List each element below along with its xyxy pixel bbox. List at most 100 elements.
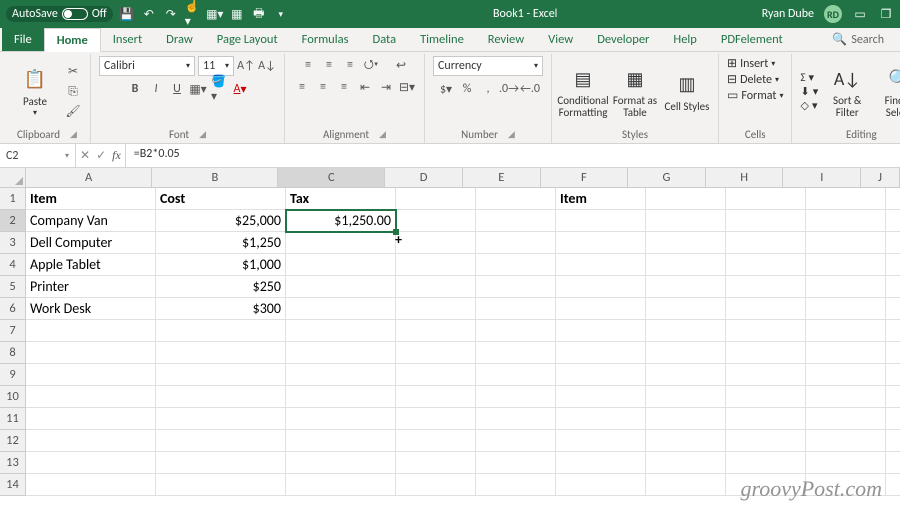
redo-icon[interactable]: ↷	[163, 6, 179, 22]
cell-C9[interactable]	[286, 364, 396, 386]
cell-B1[interactable]: Cost	[156, 188, 286, 210]
row-header-5[interactable]: 5	[0, 276, 26, 298]
cell-D14[interactable]	[396, 474, 476, 496]
cell-J13[interactable]	[886, 452, 900, 474]
cell-F3[interactable]	[556, 232, 646, 254]
cell-E1[interactable]	[476, 188, 556, 210]
cell-G14[interactable]	[646, 474, 726, 496]
cell-H10[interactable]	[726, 386, 806, 408]
cell-G5[interactable]	[646, 276, 726, 298]
properties-icon[interactable]: ▦▾	[207, 6, 223, 22]
cell-F10[interactable]	[556, 386, 646, 408]
cell-D3[interactable]	[396, 232, 476, 254]
number-format-select[interactable]: Currency▾	[433, 56, 543, 76]
align-right-icon[interactable]: ≡	[335, 78, 353, 96]
cell-D1[interactable]	[396, 188, 476, 210]
row-header-12[interactable]: 12	[0, 430, 26, 452]
cell-F13[interactable]	[556, 452, 646, 474]
delete-cells-button[interactable]: ⊟ Delete ▾	[727, 72, 779, 87]
cell-B2[interactable]: $25,000	[156, 210, 286, 232]
cell-C11[interactable]	[286, 408, 396, 430]
cell-A7[interactable]	[26, 320, 156, 342]
cell-D13[interactable]	[396, 452, 476, 474]
tab-view[interactable]: View	[536, 28, 585, 51]
cell-H1[interactable]	[726, 188, 806, 210]
cell-I10[interactable]	[806, 386, 886, 408]
cell-A13[interactable]	[26, 452, 156, 474]
font-color-button[interactable]: A▾	[231, 80, 249, 98]
cell-H4[interactable]	[726, 254, 806, 276]
cell-C7[interactable]	[286, 320, 396, 342]
cell-J10[interactable]	[886, 386, 900, 408]
cell-A3[interactable]: Dell Computer	[26, 232, 156, 254]
name-box[interactable]: C2▾	[0, 144, 76, 167]
cell-G8[interactable]	[646, 342, 726, 364]
tab-help[interactable]: Help	[661, 28, 708, 51]
window-restore-icon[interactable]: ❐	[878, 6, 894, 22]
cell-J12[interactable]	[886, 430, 900, 452]
row-header-7[interactable]: 7	[0, 320, 26, 342]
cell-G2[interactable]	[646, 210, 726, 232]
cell-C2[interactable]: $1,250.00	[286, 210, 396, 232]
cell-H12[interactable]	[726, 430, 806, 452]
clear-button[interactable]: ◇▾	[800, 99, 818, 112]
row-header-10[interactable]: 10	[0, 386, 26, 408]
cell-E5[interactable]	[476, 276, 556, 298]
cell-I1[interactable]	[806, 188, 886, 210]
cell-G13[interactable]	[646, 452, 726, 474]
cell-J14[interactable]	[886, 474, 900, 496]
cell-J6[interactable]	[886, 298, 900, 320]
cell-D2[interactable]	[396, 210, 476, 232]
copy-icon[interactable]: ⎘	[64, 83, 82, 101]
cell-H3[interactable]	[726, 232, 806, 254]
format-cells-button[interactable]: ▭ Format ▾	[727, 88, 783, 103]
row-header-2[interactable]: 2	[0, 210, 26, 232]
cell-I13[interactable]	[806, 452, 886, 474]
cell-H13[interactable]	[726, 452, 806, 474]
cell-C8[interactable]	[286, 342, 396, 364]
cell-F7[interactable]	[556, 320, 646, 342]
col-header-J[interactable]: J	[861, 168, 900, 188]
cell-A4[interactable]: Apple Tablet	[26, 254, 156, 276]
cell-C4[interactable]	[286, 254, 396, 276]
col-header-F[interactable]: F	[541, 168, 628, 188]
cell-B8[interactable]	[156, 342, 286, 364]
cell-I6[interactable]	[806, 298, 886, 320]
tab-pdfelement[interactable]: PDFelement	[709, 28, 795, 51]
cell-C1[interactable]: Tax	[286, 188, 396, 210]
italic-button[interactable]: I	[147, 80, 165, 98]
paste-button[interactable]: 📋 Paste ▾	[12, 66, 58, 118]
row-header-1[interactable]: 1	[0, 188, 26, 210]
tab-formulas[interactable]: Formulas	[290, 28, 361, 51]
row-header-11[interactable]: 11	[0, 408, 26, 430]
align-bottom-icon[interactable]: ≡	[341, 56, 359, 74]
col-header-A[interactable]: A	[26, 168, 152, 188]
cell-B6[interactable]: $300	[156, 298, 286, 320]
cell-D11[interactable]	[396, 408, 476, 430]
dialog-launcher-icon[interactable]: ◢	[70, 129, 77, 140]
search-box[interactable]: 🔍 Search	[816, 28, 900, 51]
cell-B11[interactable]	[156, 408, 286, 430]
cell-B14[interactable]	[156, 474, 286, 496]
cell-B3[interactable]: $1,250	[156, 232, 286, 254]
wrap-text-icon[interactable]: ↩	[392, 56, 410, 74]
cell-D5[interactable]	[396, 276, 476, 298]
underline-button[interactable]: U	[168, 80, 186, 98]
cell-C6[interactable]	[286, 298, 396, 320]
cell-I3[interactable]	[806, 232, 886, 254]
cell-C14[interactable]	[286, 474, 396, 496]
tab-insert[interactable]: Insert	[101, 28, 154, 51]
indent-increase-icon[interactable]: ⇥	[377, 78, 395, 96]
row-header-13[interactable]: 13	[0, 452, 26, 474]
cell-J9[interactable]	[886, 364, 900, 386]
cell-I12[interactable]	[806, 430, 886, 452]
cell-D7[interactable]	[396, 320, 476, 342]
cell-A2[interactable]: Company Van	[26, 210, 156, 232]
align-center-icon[interactable]: ≡	[314, 78, 332, 96]
row-header-9[interactable]: 9	[0, 364, 26, 386]
cell-G6[interactable]	[646, 298, 726, 320]
cell-E4[interactable]	[476, 254, 556, 276]
conditional-formatting-button[interactable]: ▤Conditional Formatting	[560, 65, 606, 118]
cell-A10[interactable]	[26, 386, 156, 408]
select-all-corner[interactable]	[0, 168, 26, 188]
